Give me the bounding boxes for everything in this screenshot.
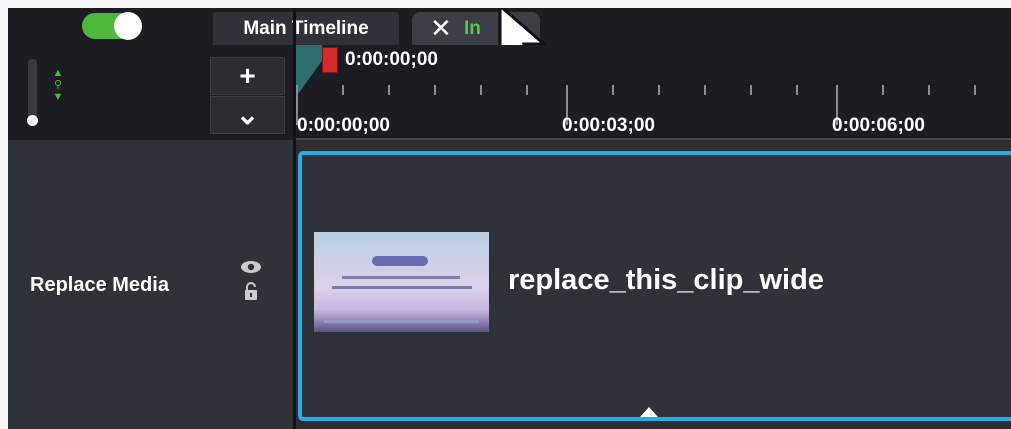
ruler-tick (974, 85, 976, 95)
playhead-time: 0:00:00;00 (345, 49, 438, 70)
ruler-tick (342, 85, 344, 95)
thumbnail-graphic (372, 256, 428, 266)
playhead-marker[interactable] (322, 47, 338, 73)
time-label-6s: 0:00:06;00 (832, 115, 925, 136)
eye-icon[interactable] (240, 260, 262, 274)
playhead-handle[interactable] (296, 45, 322, 97)
expand-tracks-button[interactable]: ⌄ (210, 96, 285, 134)
ruler-tick (658, 85, 660, 95)
media-clip[interactable]: replace_this_clip_wide (298, 151, 1011, 421)
time-label-0: 0:00:00;00 (297, 115, 390, 136)
ruler-tick (434, 85, 436, 95)
zoom-slider-track[interactable] (28, 59, 37, 121)
expand-clip-icon[interactable] (640, 407, 658, 417)
ruler-tick (796, 85, 798, 95)
track-header[interactable]: Replace Media (8, 140, 293, 429)
ruler-tick (928, 85, 930, 95)
add-track-button[interactable]: + (210, 57, 285, 95)
tab-bar: Main Timeline ✕ In (8, 8, 1011, 73)
zoom-icon: ▲ ⚲ ▼ (52, 67, 64, 103)
tab-main-timeline[interactable]: Main Timeline (213, 12, 399, 45)
ruler-tick (480, 85, 482, 95)
thumbnail-graphic (332, 286, 472, 289)
timeline-window: Main Timeline ✕ In ▲⚲▼ + ⌄ 0:00:00;00 (8, 8, 1011, 429)
ruler-tick (388, 85, 390, 95)
clip-name: replace_this_clip_wide (508, 264, 824, 296)
timeline-toggle[interactable] (82, 12, 142, 40)
close-icon[interactable]: ✕ (430, 12, 452, 45)
ruler-tick (882, 85, 884, 95)
ruler-tick (704, 85, 706, 95)
clip-thumbnail (314, 232, 489, 332)
time-label-3s: 0:00:03;00 (562, 115, 655, 136)
timeline-controls: ▲ ⚲ ▼ + ⌄ (8, 45, 293, 140)
track-name: Replace Media (30, 274, 169, 296)
time-ruler[interactable]: 0:00:00;00 0:00:00;00 0:00:03;00 0:00:06… (296, 45, 1011, 140)
thumbnail-graphic (342, 276, 460, 279)
ruler-tick (526, 85, 528, 95)
ruler-tick (612, 85, 614, 95)
unlock-icon[interactable] (244, 282, 258, 300)
ruler-tick (750, 85, 752, 95)
zoom-slider-handle[interactable] (27, 115, 38, 126)
thumbnail-graphic (324, 320, 479, 323)
tab-group-label: In (464, 18, 481, 39)
toggle-knob (114, 12, 142, 40)
